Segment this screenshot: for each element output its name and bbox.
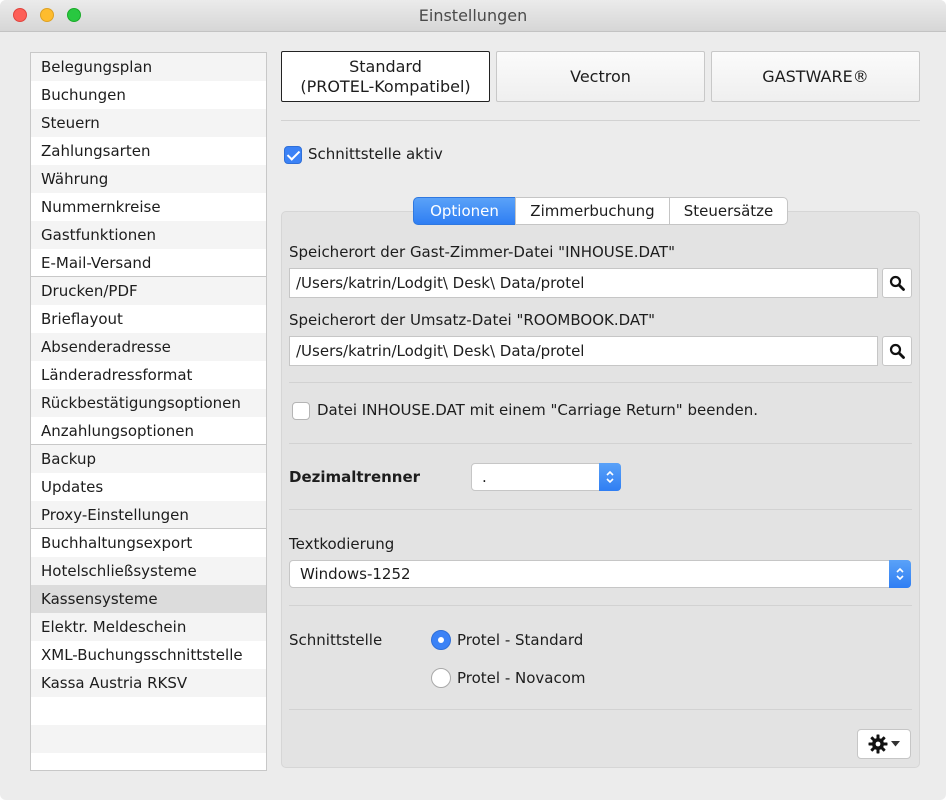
chevron-updown-icon <box>599 463 621 491</box>
sidebar-empty-row <box>31 725 266 753</box>
text-encoding-value: Windows-1252 <box>300 565 411 583</box>
sidebar-item-waehrung[interactable]: Währung <box>31 165 266 193</box>
system-vectron-label: Vectron <box>570 67 631 86</box>
tab-zimmerbuchung[interactable]: Zimmerbuchung <box>515 197 670 225</box>
carriage-return-checkbox[interactable] <box>292 402 310 420</box>
text-encoding-select[interactable]: Windows-1252 <box>289 560 911 588</box>
sidebar-item-belegungsplan[interactable]: Belegungsplan <box>31 53 266 81</box>
sidebar-item-buchungen[interactable]: Buchungen <box>31 81 266 109</box>
sidebar-item-brieflayout[interactable]: Brieflayout <box>31 305 266 333</box>
sidebar-item-nummernkreise[interactable]: Nummernkreise <box>31 193 266 221</box>
decimal-separator-label: Dezimaltrenner <box>289 468 421 486</box>
chevron-updown-icon <box>889 560 911 588</box>
inhouse-path-label: Speicherort der Gast-Zimmer-Datei "INHOU… <box>289 243 675 261</box>
title-bar: Einstellungen <box>0 0 946 32</box>
sidebar-item-kassa-austria-rksv[interactable]: Kassa Austria RKSV <box>31 669 266 697</box>
divider <box>281 120 920 121</box>
sidebar-item-xml-buchungsschnittstelle[interactable]: XML-Buchungsschnittstelle <box>31 641 266 669</box>
divider <box>289 382 912 383</box>
sidebar-item-buchhaltungsexport[interactable]: Buchhaltungsexport <box>31 529 266 557</box>
sidebar-item-rueckbestaetigungsoptionen[interactable]: Rückbestätigungsoptionen <box>31 389 266 417</box>
roombook-path-field[interactable]: /Users/katrin/Lodgit\ Desk\ Data/protel <box>289 336 878 366</box>
settings-window: Einstellungen Belegungsplan Buchungen St… <box>0 0 946 800</box>
divider <box>289 443 912 444</box>
decimal-separator-select[interactable]: . <box>471 463 621 491</box>
interface-active-checkbox[interactable] <box>284 146 302 164</box>
system-gastware-button[interactable]: GASTWARE® <box>711 51 920 102</box>
roombook-browse-button[interactable] <box>882 336 912 366</box>
divider <box>289 605 912 606</box>
tab-steuersaetze[interactable]: Steuersätze <box>669 197 788 225</box>
interface-protel-novacom-radio[interactable] <box>431 668 451 688</box>
magnifier-icon <box>889 343 905 359</box>
divider <box>289 709 912 710</box>
interface-protel-novacom-label[interactable]: Protel - Novacom <box>457 669 586 687</box>
sidebar-item-laenderadressformat[interactable]: Länderadressformat <box>31 361 266 389</box>
gear-icon <box>868 734 888 754</box>
system-standard-button[interactable]: Standard (PROTEL-Kompatibel) <box>281 51 490 102</box>
system-standard-sublabel: (PROTEL-Kompatibel) <box>300 76 471 96</box>
sidebar-item-email-versand[interactable]: E-Mail-Versand <box>31 249 266 277</box>
sidebar-item-elektr-meldeschein[interactable]: Elektr. Meldeschein <box>31 613 266 641</box>
sidebar-item-updates[interactable]: Updates <box>31 473 266 501</box>
window-title: Einstellungen <box>418 6 528 25</box>
settings-sidebar: Belegungsplan Buchungen Steuern Zahlungs… <box>30 52 267 771</box>
tab-optionen[interactable]: Optionen <box>413 197 516 225</box>
inhouse-path-field[interactable]: /Users/katrin/Lodgit\ Desk\ Data/protel <box>289 268 878 298</box>
text-encoding-label: Textkodierung <box>289 535 395 553</box>
sidebar-item-kassensysteme[interactable]: Kassensysteme <box>31 585 266 613</box>
system-vectron-button[interactable]: Vectron <box>496 51 705 102</box>
divider <box>289 509 912 510</box>
sidebar-item-proxy-einstellungen[interactable]: Proxy-Einstellungen <box>31 501 266 529</box>
sidebar-empty-row <box>31 697 266 725</box>
sidebar-item-backup[interactable]: Backup <box>31 445 266 473</box>
sidebar-item-zahlungsarten[interactable]: Zahlungsarten <box>31 137 266 165</box>
roombook-path-label: Speicherort der Umsatz-Datei "ROOMBOOK.D… <box>289 311 656 329</box>
inhouse-browse-button[interactable] <box>882 268 912 298</box>
decimal-separator-value: . <box>482 468 487 486</box>
sidebar-item-drucken-pdf[interactable]: Drucken/PDF <box>31 277 266 305</box>
sidebar-item-hotelschliesssysteme[interactable]: Hotelschließsysteme <box>31 557 266 585</box>
carriage-return-label[interactable]: Datei INHOUSE.DAT mit einem "Carriage Re… <box>317 401 758 419</box>
chevron-down-icon <box>891 741 900 747</box>
interface-protel-standard-radio[interactable] <box>431 630 451 650</box>
sidebar-item-anzahlungsoptionen[interactable]: Anzahlungsoptionen <box>31 417 266 445</box>
interface-active-label[interactable]: Schnittstelle aktiv <box>308 145 443 163</box>
system-gastware-label: GASTWARE® <box>762 67 869 86</box>
magnifier-icon <box>889 275 905 291</box>
interface-type-label: Schnittstelle <box>289 631 383 649</box>
action-menu-button[interactable] <box>857 729 911 759</box>
system-standard-label: Standard <box>349 56 422 76</box>
sidebar-item-absenderadresse[interactable]: Absenderadresse <box>31 333 266 361</box>
interface-protel-standard-label[interactable]: Protel - Standard <box>457 631 583 649</box>
sidebar-item-steuern[interactable]: Steuern <box>31 109 266 137</box>
sidebar-item-gastfunktionen[interactable]: Gastfunktionen <box>31 221 266 249</box>
